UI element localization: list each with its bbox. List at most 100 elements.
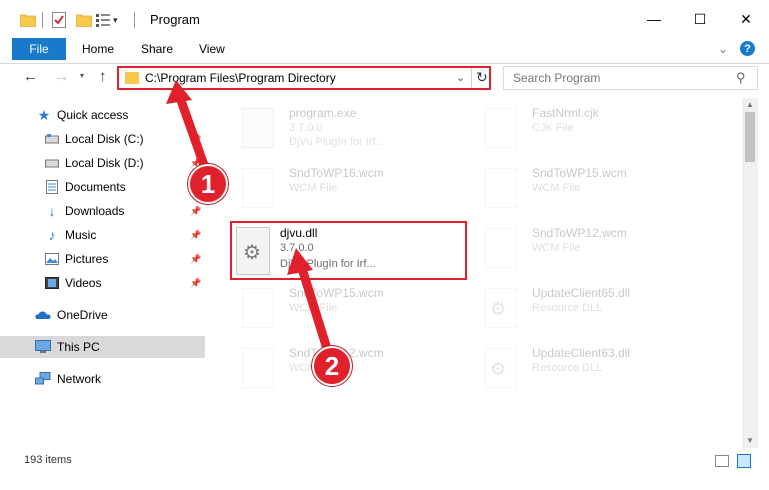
search-placeholder: Search Program [513,71,601,85]
search-icon[interactable]: ⚲ [736,70,746,86]
file-type: Resource DLL [532,302,603,314]
file-item[interactable]: SndToWP12.wcm WCM File [475,220,705,275]
sidebar-item-music[interactable]: ♪ Music 📌 [0,224,205,246]
item-count: 193 items [24,454,72,466]
exe-file-icon [242,108,274,148]
sidebar-item-label: Local Disk (C:) [65,132,144,146]
search-input[interactable]: Search Program ⚲ [503,66,758,90]
file-name: SndToWP12.wcm [532,226,627,240]
file-item[interactable]: SndToWP16.wcm WCM File [232,160,462,215]
sidebar-item-network[interactable]: Network [0,368,205,390]
file-version: 3.7.0.0 [289,122,323,134]
tab-file[interactable]: File [12,38,66,60]
vertical-scrollbar[interactable]: ▲ ▼ [742,98,758,448]
address-bar[interactable]: C:\Program Files\Program Directory ⌄ ↻ [117,66,491,90]
sidebar-item-label: Local Disk (D:) [65,156,144,170]
pin-icon[interactable]: 📌 [190,278,201,289]
file-item[interactable]: SndToWP15.wcm WCM File [475,160,705,215]
file-name: program.exe [289,106,357,120]
properties-icon[interactable] [96,10,110,30]
gear-icon: ⚙ [490,299,507,319]
file-name: SndToWP16.wcm [289,166,384,180]
file-icon [242,288,274,328]
videos-icon [44,276,60,290]
annotation-step-1: 1 [188,164,228,204]
dll-file-icon: ⚙ [485,348,517,388]
toolbar-separator [42,12,43,28]
file-icon [485,228,517,268]
help-icon[interactable]: ? [740,41,755,56]
pin-icon[interactable]: 📌 [190,254,201,265]
sidebar-item-documents[interactable]: Documents 📌 [0,176,205,198]
title-bar: ▾ Program — ☐ ✕ [0,0,769,38]
forward-arrow-icon[interactable]: → [54,68,69,85]
file-item[interactable]: FastNrml.cjk CJK File [475,100,705,155]
ribbon-tabs: File Home Share View ⌄ ? [0,38,769,64]
sidebar-item-local-disk-d[interactable]: Local Disk (D:) 📌 [0,152,205,174]
annotation-step-2: 2 [312,346,352,386]
tiles-view-icon[interactable] [737,454,751,468]
file-item[interactable]: ⚙ UpdateClient65.dll Resource DLL [475,280,705,335]
music-icon: ♪ [48,227,56,243]
file-item[interactable]: program.exe 3.7.0.0 DjVu PlugIn for Irf.… [232,100,462,155]
pin-icon[interactable]: 📌 [190,134,201,145]
sidebar-item-pictures[interactable]: Pictures 📌 [0,248,205,270]
sidebar-item-quick-access[interactable]: ★ Quick access [0,104,205,126]
sidebar-item-label: Downloads [65,204,125,218]
tab-home[interactable]: Home [82,42,114,56]
sidebar-item-label: Videos [65,276,102,290]
sidebar-item-label: OneDrive [57,308,108,322]
documents-icon [44,180,60,194]
file-item[interactable]: SndToWP15.wcm WCM File [232,280,462,335]
sidebar-item-onedrive[interactable]: OneDrive [0,304,205,326]
recent-locations-icon[interactable]: ▾ [80,71,84,80]
sidebar-item-local-disk-c[interactable]: Local Disk (C:) 📌 [0,128,205,150]
chevron-down-icon[interactable]: ⌄ [456,71,465,84]
sidebar-item-label: Network [57,372,102,386]
pin-icon[interactable]: 📌 [190,230,201,241]
up-arrow-icon[interactable]: ↑ [99,68,107,85]
drive-icon [44,132,60,146]
navigation-bar: ← → ▾ ↑ C:\Program Files\Program Directo… [0,64,769,92]
refresh-icon[interactable]: ↻ [476,69,488,86]
pin-icon[interactable]: 📌 [190,206,201,217]
sidebar-item-label: Documents [65,180,126,194]
file-name: djvu.dll [280,226,318,240]
dll-file-icon: ⚙ [485,288,517,328]
file-type: WCM File [289,182,338,194]
network-icon [35,372,51,386]
back-arrow-icon[interactable]: ← [23,68,38,85]
file-type: Resource DLL [532,362,603,374]
highlighted-file-item[interactable]: ⚙ djvu.dll 3.7.0.0 DjVu PlugIn for Irf..… [230,221,467,280]
close-button[interactable]: ✕ [723,0,769,38]
file-version: 3.7.0.0 [280,242,314,254]
file-icon [485,108,517,148]
file-type: WCM File [532,182,581,194]
file-description: DjVu PlugIn for Irf... [289,136,385,148]
properties-check-icon[interactable] [52,10,66,30]
file-name: UpdateClient65.dll [532,286,631,300]
gear-icon: ⚙ [490,359,507,379]
file-name: UpdateClient63.dll [532,346,631,360]
tab-share[interactable]: Share [141,42,173,56]
sidebar-item-this-pc[interactable]: This PC [0,336,205,358]
toolbar-separator [134,12,135,28]
address-separator [471,68,472,88]
tab-view[interactable]: View [199,42,225,56]
sidebar-item-downloads[interactable]: ↓ Downloads 📌 [0,200,205,222]
pictures-icon [44,252,60,266]
new-folder-icon[interactable] [76,10,92,30]
details-view-icon[interactable] [715,455,729,467]
sidebar-item-videos[interactable]: Videos 📌 [0,272,205,294]
minimize-button[interactable]: — [631,0,677,38]
address-path[interactable]: C:\Program Files\Program Directory [145,71,336,85]
folder-icon[interactable] [20,10,36,30]
customize-toolbar-icon[interactable]: ▾ [113,10,118,30]
scrollbar-thumb[interactable] [745,112,755,162]
sidebar-item-label: Quick access [57,108,129,122]
maximize-button[interactable]: ☐ [677,0,723,38]
scroll-down-icon[interactable]: ▼ [746,436,754,445]
expand-ribbon-icon[interactable]: ⌄ [718,42,728,56]
file-item[interactable]: ⚙ UpdateClient63.dll Resource DLL [475,340,705,395]
scroll-up-icon[interactable]: ▲ [746,100,754,109]
